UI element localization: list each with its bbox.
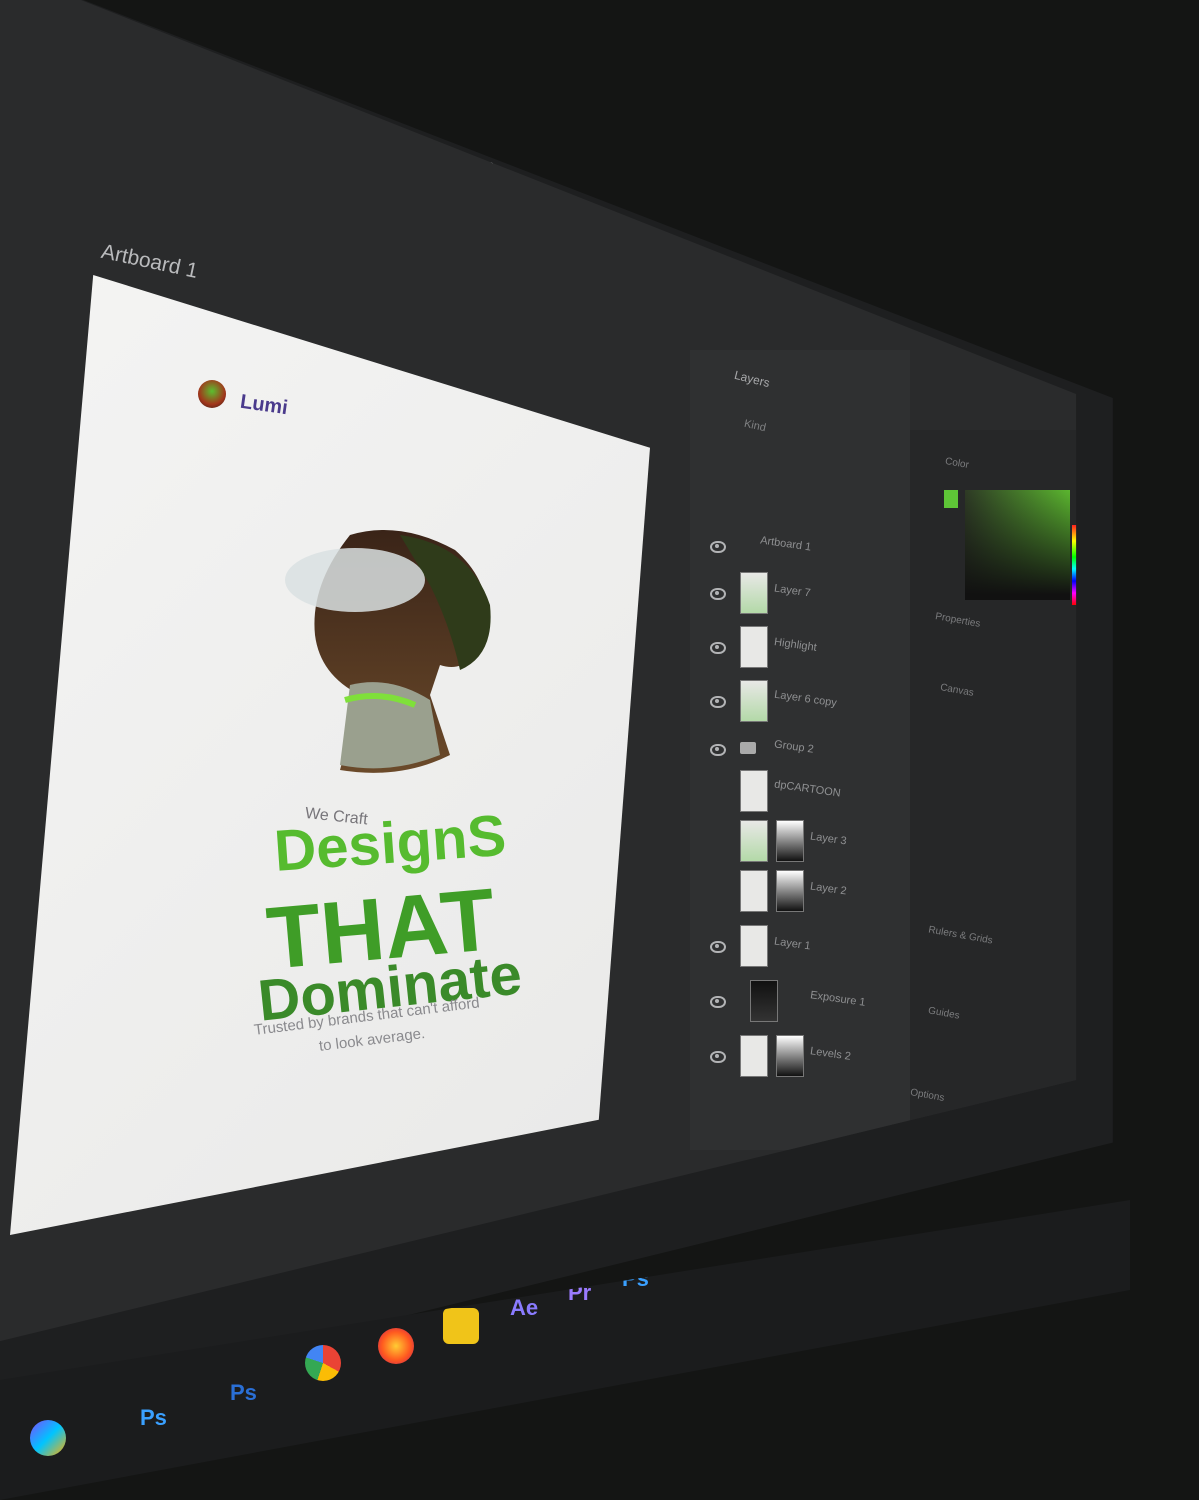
options-label: Options — [909, 1087, 946, 1104]
layer-mask-thumbnail — [776, 820, 804, 862]
layer-name: Layer 6 copy — [773, 688, 838, 710]
horizontal-ruler — [0, 190, 760, 218]
visibility-eye-icon[interactable] — [710, 642, 726, 654]
layer-mask-thumbnail — [776, 870, 804, 912]
monitor: 3D View Plugins Window Help Artboard 1 L… — [0, 0, 1113, 1420]
layers-tab[interactable]: Layers — [733, 368, 771, 390]
menu-window[interactable]: Window — [369, 78, 467, 139]
hue-slider[interactable] — [1072, 525, 1077, 605]
layer-thumbnail — [740, 680, 768, 722]
canvas-label: Canvas — [939, 682, 975, 699]
visibility-eye-icon[interactable] — [710, 696, 726, 708]
visibility-eye-icon[interactable] — [710, 541, 726, 553]
foreground-color-swatch[interactable] — [944, 490, 958, 508]
menu-plugins[interactable]: Plugins — [282, 42, 373, 98]
properties-panel: Color Properties Canvas Rulers & Grids G… — [909, 430, 1077, 1130]
layer-thumbnail — [740, 626, 768, 668]
menu-view[interactable]: View — [213, 8, 276, 53]
layer-filter-kind[interactable]: Kind — [743, 418, 767, 434]
layer-name: dpCARTOON — [773, 778, 842, 800]
premiere-taskbar-icon[interactable]: Pr — [568, 1280, 591, 1306]
logo-icon — [198, 380, 226, 408]
photo-scene: 3D View Plugins Window Help Artboard 1 L… — [0, 0, 1199, 1500]
layer-thumbnail — [740, 925, 768, 967]
photoshop-taskbar-icon[interactable]: Ps — [140, 1405, 167, 1431]
color-tab[interactable]: Color — [944, 456, 969, 471]
visibility-eye-icon[interactable] — [710, 588, 726, 600]
layer-name: Group 2 — [773, 738, 815, 756]
after-effects-taskbar-icon[interactable]: Ae — [510, 1295, 538, 1321]
layer-name: Layer 2 — [809, 880, 848, 898]
firefox-icon[interactable] — [378, 1328, 414, 1364]
layer-mask-thumbnail — [776, 1035, 804, 1077]
layer-thumbnail — [740, 1035, 768, 1077]
layer-thumbnail — [740, 770, 768, 812]
layer-name: Levels 2 — [809, 1045, 852, 1063]
layers-panel: Layers Kind Artboard 1 Layer 7 Highlight — [690, 350, 910, 1150]
layer-thumbnail — [740, 870, 768, 912]
artboard-label: Artboard 1 — [99, 240, 200, 283]
visibility-eye-icon[interactable] — [710, 1051, 726, 1063]
photoshop-beta-taskbar-icon[interactable]: Ps — [230, 1380, 257, 1406]
menu-3d[interactable]: 3D — [163, 0, 203, 18]
layer-name: Exposure 1 — [809, 989, 867, 1009]
layer-row[interactable]: Layer 2 — [690, 870, 900, 920]
color-picker-field[interactable] — [965, 490, 1070, 600]
layer-name: Layer 1 — [773, 935, 812, 953]
visibility-eye-icon[interactable] — [710, 744, 726, 756]
layer-name: Highlight — [773, 636, 818, 654]
copilot-icon[interactable] — [30, 1420, 66, 1456]
layer-row[interactable]: Layer 1 — [690, 925, 900, 975]
menu-help[interactable]: Help — [452, 120, 514, 169]
file-explorer-icon[interactable] — [443, 1308, 479, 1344]
rulers-grids-label: Rulers & Grids — [927, 924, 994, 947]
layer-row[interactable]: Exposure 1 — [690, 980, 900, 1030]
layer-row[interactable]: dpCARTOON — [690, 770, 900, 820]
layer-row[interactable]: Highlight — [690, 626, 900, 676]
menu-bar: 3D View Plugins Window Help — [0, 0, 1076, 168]
layer-row-artboard[interactable]: Artboard 1 — [690, 525, 900, 575]
photoshop-screen: 3D View Plugins Window Help Artboard 1 L… — [0, 0, 1077, 1346]
layer-row[interactable]: Layer 6 copy — [690, 680, 900, 730]
layer-name: Layer 3 — [809, 830, 848, 848]
layer-thumbnail — [740, 572, 768, 614]
guides-label: Guides — [927, 1005, 961, 1022]
layer-row[interactable]: Layer 3 — [690, 820, 900, 870]
portrait-image — [285, 530, 491, 773]
layer-name: Artboard 1 — [759, 534, 812, 554]
folder-icon — [740, 742, 756, 754]
chrome-icon[interactable] — [305, 1345, 341, 1381]
layer-row[interactable]: Layer 7 — [690, 572, 900, 622]
visibility-eye-icon[interactable] — [710, 996, 726, 1008]
layer-row[interactable]: Levels 2 — [690, 1035, 900, 1085]
photoshop-alt-taskbar-icon[interactable]: Ps — [622, 1266, 649, 1292]
properties-tab[interactable]: Properties — [934, 611, 981, 630]
adjustment-thumbnail — [750, 980, 778, 1022]
layer-name: Layer 7 — [773, 582, 812, 600]
visibility-eye-icon[interactable] — [710, 941, 726, 953]
layer-thumbnail — [740, 820, 768, 862]
